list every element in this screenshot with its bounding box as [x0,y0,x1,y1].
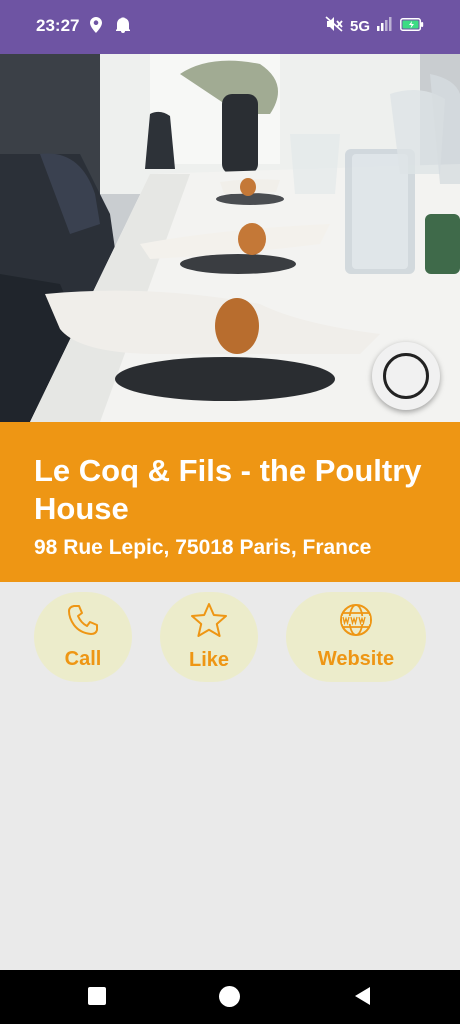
battery-charging-icon [400,17,424,35]
status-time: 23:27 [36,16,80,35]
website-button[interactable]: Website [286,592,426,682]
favorite-toggle-button[interactable] [372,342,440,410]
restaurant-name: Le Coq & Fils - the Poultry House [34,453,422,526]
circle-icon [383,353,429,399]
status-right-group: 5G [325,16,424,36]
signal-icon [377,17,393,35]
back-triangle-icon[interactable] [352,985,372,1012]
system-navigation-bar [0,970,460,1024]
call-button[interactable]: Call [34,592,132,682]
call-label: Call [64,648,102,670]
star-icon [190,602,228,643]
status-bar: 23:27 5G [0,0,460,54]
network-type: 5G [349,17,370,35]
restaurant-info-panel: Le Coq & Fils - the Poultry House 98 Rue… [0,422,460,582]
website-label: Website [317,648,395,670]
location-icon [90,17,102,38]
notification-bell-icon [116,17,130,38]
action-buttons-row: Call Like Website [0,592,460,684]
like-button[interactable]: Like [160,592,258,682]
phone-icon [66,603,100,642]
mute-icon [325,16,343,36]
restaurant-address: 98 Rue Lepic, 75018 Paris, France [34,536,372,559]
restaurant-hero-image [0,54,460,422]
square-icon[interactable] [88,987,106,1005]
home-circle-icon[interactable] [219,986,240,1007]
globe-www-icon [339,603,373,642]
like-label: Like [188,649,230,671]
